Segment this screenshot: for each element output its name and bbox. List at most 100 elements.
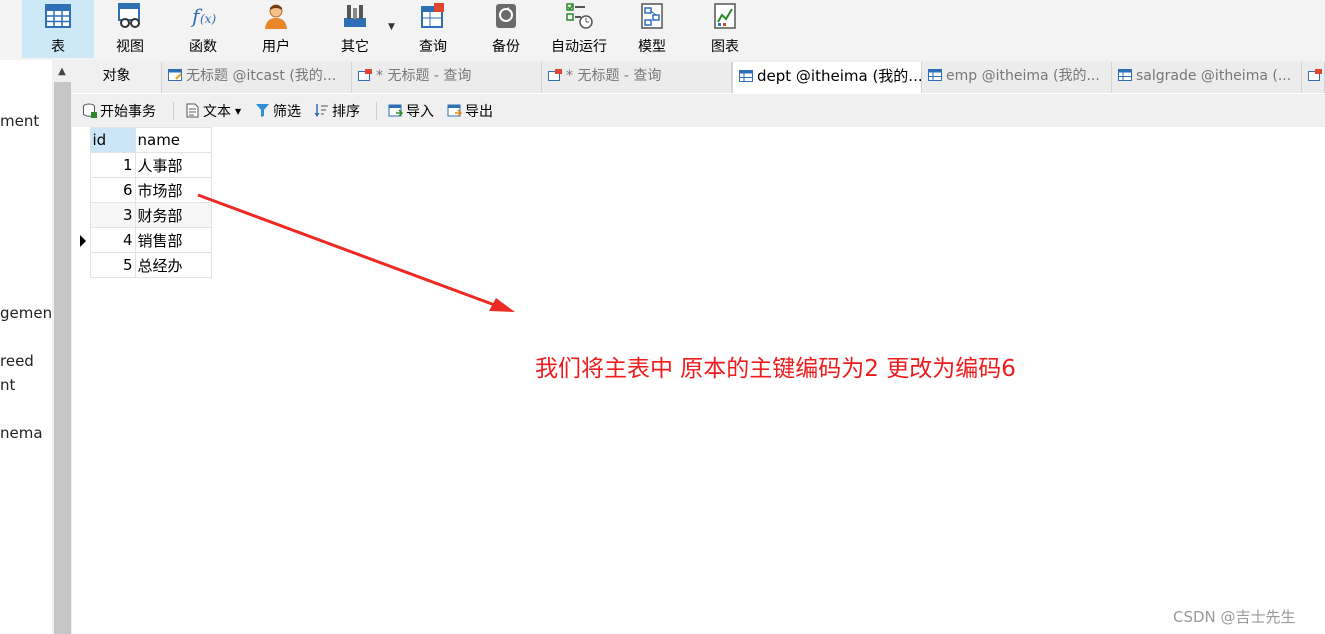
import-button[interactable]: 导入: [388, 101, 434, 123]
other-button-label: 其它: [341, 39, 369, 55]
query-button[interactable]: 查询: [397, 0, 469, 58]
export-label: 导出: [465, 104, 493, 120]
table-icon: [45, 4, 71, 28]
table-row[interactable]: 1 人事部: [76, 152, 212, 178]
import-icon: [388, 104, 403, 117]
cell-name[interactable]: 销售部: [134, 227, 212, 253]
row-indicator[interactable]: [76, 227, 91, 253]
navigation-panel: ment gement reed nt nema: [0, 60, 52, 634]
tab-label: * 无标题 - 查询: [566, 68, 662, 84]
data-toolbar: 开始事务 文本 ▼ 筛选 排序 导入 导出: [72, 94, 1325, 127]
tab-salgrade[interactable]: salgrade @itheima (...: [1112, 62, 1302, 93]
sort-button[interactable]: 排序: [314, 101, 360, 123]
table-row[interactable]: 4 销售部: [76, 227, 212, 253]
tab-label: 对象: [102, 68, 131, 84]
tools-icon: [344, 5, 366, 27]
cell-id[interactable]: 3: [89, 202, 136, 228]
column-header-id[interactable]: id: [89, 127, 136, 153]
row-indicator[interactable]: [76, 202, 91, 228]
model-button-label: 模型: [638, 39, 666, 55]
import-label: 导入: [406, 104, 434, 120]
automation-icon: [566, 3, 593, 29]
table-icon: [1118, 69, 1132, 81]
function-button[interactable]: f (x) 函数: [166, 0, 240, 58]
tab-emp[interactable]: emp @itheima (我的...: [922, 62, 1112, 93]
user-icon: [265, 4, 287, 29]
view-icon: [118, 3, 140, 28]
automation-button-label: 自动运行: [551, 39, 607, 55]
export-icon: [447, 104, 462, 117]
cell-id[interactable]: 6: [89, 177, 136, 203]
export-button[interactable]: 导出: [447, 101, 493, 123]
sort-icon: [314, 104, 328, 117]
cell-name[interactable]: 市场部: [134, 177, 212, 203]
annotation-text: 我们将主表中 原本的主键编码为2 更改为编码6: [535, 356, 1016, 382]
user-button-label: 用户: [262, 39, 290, 55]
nav-item[interactable]: ment: [0, 112, 39, 130]
tab-untitled-query-1[interactable]: * 无标题 - 查询: [352, 62, 542, 93]
tab-untitled-itcast[interactable]: 无标题 @itcast (我的...: [162, 62, 352, 93]
row-indicator-header: [76, 127, 91, 153]
filter-label: 筛选: [273, 104, 301, 120]
view-button[interactable]: 视图: [94, 0, 166, 58]
function-button-label: 函数: [189, 39, 217, 55]
table-row[interactable]: 3 财务部: [76, 202, 212, 228]
row-indicator[interactable]: [76, 152, 91, 178]
tab-objects[interactable]: 对象: [72, 62, 162, 93]
chart-button[interactable]: 图表: [689, 0, 761, 58]
table-button[interactable]: 表: [22, 0, 94, 58]
watermark: CSDN @吉士先生: [1173, 608, 1296, 626]
user-button[interactable]: 用户: [240, 0, 312, 58]
cell-name[interactable]: 人事部: [134, 152, 212, 178]
nav-item[interactable]: nt: [0, 376, 15, 394]
cell-id[interactable]: 5: [89, 252, 136, 278]
scrollbar-thumb[interactable]: [54, 82, 71, 634]
backup-icon: [496, 4, 516, 28]
backup-button[interactable]: 备份: [469, 0, 543, 58]
table-icon: [928, 69, 942, 81]
begin-transaction-button[interactable]: 开始事务: [82, 101, 156, 123]
cell-name[interactable]: 总经办: [134, 252, 212, 278]
function-icon: f (x): [190, 4, 216, 28]
table-row[interactable]: 6 市场部: [76, 177, 212, 203]
cell-name[interactable]: 财务部: [134, 202, 212, 228]
model-icon: [641, 3, 663, 29]
table-row[interactable]: 5 总经办: [76, 252, 212, 278]
model-button[interactable]: 模型: [615, 0, 689, 58]
row-indicator[interactable]: [76, 252, 91, 278]
cell-id[interactable]: 1: [89, 152, 136, 178]
nav-item[interactable]: nema: [0, 424, 43, 442]
tab-dept[interactable]: dept @itheima (我的...: [732, 62, 922, 93]
scroll-up-icon[interactable]: ▲: [52, 64, 72, 80]
toolbar-separator: [376, 102, 377, 120]
ribbon-toolbar: 表 视图 f (x) 函数 用户 其它 ▼ 查询 备份 自动运行 模型 图表: [0, 0, 1325, 60]
tab-overflow[interactable]: [1302, 62, 1325, 93]
nav-item[interactable]: reed: [0, 352, 34, 370]
tab-bar: 对象 无标题 @itcast (我的... * 无标题 - 查询 * 无标题 -…: [72, 60, 1325, 93]
tab-untitled-query-2[interactable]: * 无标题 - 查询: [542, 62, 732, 93]
table-icon: [739, 70, 753, 82]
filter-button[interactable]: 筛选: [255, 101, 301, 123]
sort-label: 排序: [332, 104, 360, 120]
text-icon: [186, 103, 199, 118]
chevron-down-icon[interactable]: ▼: [235, 107, 241, 116]
current-row-caret-icon: [80, 234, 86, 247]
chart-icon: [714, 3, 736, 29]
other-dropdown-icon[interactable]: ▼: [388, 22, 395, 32]
cell-id[interactable]: 4: [89, 227, 136, 253]
data-grid: id name 1 人事部 6 市场部 3 财务部 4 销售部 5 总经办: [76, 127, 212, 278]
column-header-name[interactable]: name: [134, 127, 212, 153]
automation-button[interactable]: 自动运行: [543, 0, 615, 58]
filter-icon: [256, 104, 269, 117]
row-indicator[interactable]: [76, 177, 91, 203]
query-icon: [1308, 69, 1322, 81]
query-icon: [548, 69, 562, 81]
tab-label: 无标题 @itcast (我的...: [186, 68, 337, 84]
query-icon: [421, 3, 444, 28]
tab-label: dept @itheima (我的...: [757, 67, 922, 85]
toolbar-separator: [173, 102, 174, 120]
navigation-scrollbar[interactable]: ▲: [52, 60, 72, 634]
nav-item[interactable]: gement: [0, 304, 52, 322]
text-button[interactable]: 文本 ▼: [185, 101, 241, 123]
other-button[interactable]: 其它: [318, 0, 392, 58]
